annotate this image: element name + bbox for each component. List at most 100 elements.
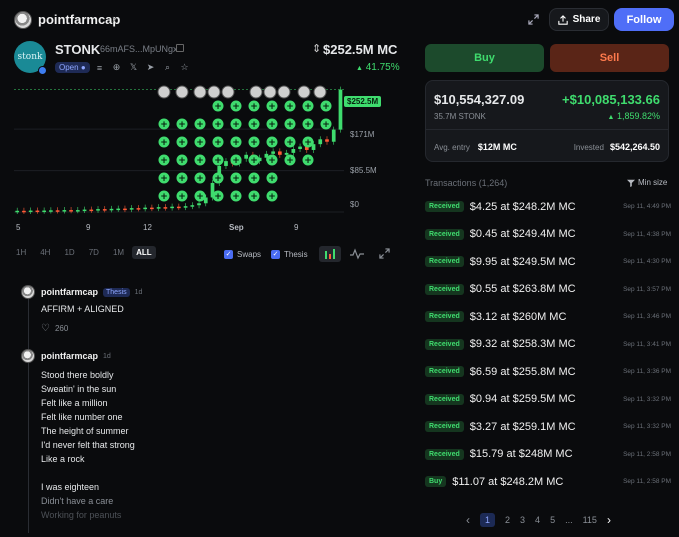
user-avatar[interactable] [14, 11, 32, 29]
transaction-row[interactable]: Received $0.55 at $263.8M MC Sep 11, 3:57 … [425, 276, 671, 304]
share-button[interactable]: Share [549, 8, 609, 31]
swap-marker-plus: + [160, 192, 168, 202]
tx-time: Sep 11, 3:36 PM [623, 368, 671, 376]
line-chart-icon[interactable] [350, 248, 364, 263]
swaps-checkbox[interactable]: ✓ [224, 250, 233, 259]
tx-at: at [500, 393, 510, 406]
transaction-row[interactable]: Received $9.32 at $258.3M MC Sep 11, 3:41 … [425, 331, 671, 359]
search-icon[interactable]: ⌕ [162, 62, 173, 73]
menu-icon[interactable]: ≡ [94, 62, 105, 73]
page-button[interactable]: 3 [520, 515, 525, 525]
swap-marker-plus: + [214, 102, 222, 112]
invested-label: Invested [573, 142, 604, 152]
gain-pct-value: 1,859.82% [616, 111, 660, 121]
thesis-avatar-marker [313, 85, 327, 99]
tx-type-badge: Received [425, 338, 464, 350]
tx-at: at [500, 228, 510, 241]
swap-marker-plus: + [304, 138, 312, 148]
follow-button[interactable]: Follow [614, 8, 674, 31]
like-count: 260 [54, 324, 69, 333]
tx-type-badge: Buy [425, 476, 447, 488]
tx-at: at [500, 338, 510, 351]
tx-type-badge: Received [425, 421, 464, 433]
min-size-filter[interactable]: Min size [627, 178, 667, 187]
sort-icon: ⇕ [312, 43, 322, 55]
tx-description: $3.27 at $259.1M MC [470, 421, 619, 433]
tx-time: Sep 11, 3:46 PM [623, 313, 671, 321]
tx-type-badge: Received [425, 393, 464, 405]
transaction-row[interactable]: Received $0.45 at $249.4M MC Sep 11, 4:38 … [425, 221, 671, 249]
transaction-row[interactable]: Received $3.12 at $260M MC Sep 11, 3:46 PM [425, 303, 671, 331]
range-1m[interactable]: 1M [113, 248, 124, 257]
range-1d[interactable]: 1D [64, 248, 74, 257]
range-4h[interactable]: 4H [40, 248, 50, 257]
post-avatar[interactable] [21, 285, 35, 299]
swaps-label: Swaps [237, 250, 262, 259]
thesis-checkbox[interactable]: ✓ [271, 250, 280, 259]
telegram-icon[interactable]: ➤ [145, 62, 156, 73]
transaction-row[interactable]: Received $3.27 at $259.1M MC Sep 11, 3:32 … [425, 413, 671, 441]
post-avatar[interactable] [21, 349, 35, 363]
swap-marker-plus: + [196, 138, 204, 148]
page-button[interactable]: 2 [505, 515, 510, 525]
transaction-row[interactable]: Buy $11.07 at $248.2M MC Sep 11, 2:58 PM [425, 468, 671, 496]
tx-unit: MC [558, 283, 576, 296]
like-button[interactable]: ♡ 260 [41, 323, 68, 334]
thesis-toggle[interactable]: ✓ Thesis [271, 250, 308, 259]
swaps-toggle[interactable]: ✓ Swaps [224, 250, 261, 259]
swap-marker-plus: + [304, 120, 312, 130]
buy-button[interactable]: Buy [425, 44, 544, 72]
globe-icon[interactable]: ⊕ [111, 62, 122, 73]
swap-marker-plus: + [250, 102, 258, 112]
transaction-row[interactable]: Received $0.94 at $259.5M MC Sep 11, 3:32 … [425, 386, 671, 414]
swap-marker-plus: + [322, 120, 330, 130]
transaction-row[interactable]: Received $4.25 at $248.2M MC Sep 11, 4:49 … [425, 193, 671, 221]
candles-chart-icon[interactable] [319, 246, 341, 262]
fullscreen-icon[interactable] [379, 248, 390, 262]
transaction-row[interactable]: Received $9.95 at $249.5M MC Sep 11, 4:30 … [425, 248, 671, 276]
status-text: Open [59, 63, 79, 72]
tx-unit: MC [555, 448, 573, 461]
range-1h[interactable]: 1H [16, 248, 26, 257]
tx-time: Sep 11, 3:32 PM [623, 395, 671, 403]
next-page-button[interactable]: › [607, 513, 611, 527]
page-button[interactable]: 1 [480, 513, 496, 527]
tx-at: at [506, 448, 516, 461]
tx-amount: $15.79 [469, 448, 504, 461]
expand-icon[interactable] [524, 10, 542, 28]
thesis-avatar-marker [277, 85, 291, 99]
copy-icon[interactable] [176, 44, 184, 52]
transactions-title: Transactions (1,264) [425, 178, 508, 188]
tx-type-badge: Received [425, 311, 464, 323]
page-button[interactable]: 115 [583, 515, 597, 525]
x-social-icon[interactable]: 𝕏 [128, 62, 139, 73]
swap-marker-plus: + [268, 138, 276, 148]
range-7d[interactable]: 7D [89, 248, 99, 257]
tx-mc: $259.1M [512, 420, 556, 433]
post-body: Stood there boldly Sweatin' in the sun F… [41, 368, 135, 522]
transaction-row[interactable]: Received $6.59 at $255.8M MC Sep 11, 3:36 … [425, 358, 671, 386]
swap-marker-plus: + [268, 156, 276, 166]
transaction-row[interactable]: Received $15.79 at $248M MC Sep 11, 2:58 P… [425, 441, 671, 469]
tx-description: $0.55 at $263.8M MC [470, 283, 619, 295]
swap-marker-plus: + [304, 102, 312, 112]
x-tick: 9 [294, 223, 299, 232]
prev-page-button[interactable]: ‹ [466, 513, 470, 527]
star-icon[interactable]: ☆ [179, 62, 190, 73]
post-author[interactable]: pointfarmcap [41, 351, 98, 361]
thesis-avatar-marker [193, 85, 207, 99]
token-address[interactable]: 66mAFS...MpUNgx [100, 44, 178, 54]
tx-at: at [488, 475, 498, 488]
range-all[interactable]: ALL [132, 246, 156, 259]
post-author[interactable]: pointfarmcap [41, 287, 98, 297]
tx-time: Sep 11, 4:38 PM [623, 230, 671, 238]
sell-button[interactable]: Sell [550, 44, 669, 72]
tx-unit: MC [558, 420, 576, 433]
page-button[interactable]: 4 [535, 515, 540, 525]
profile-username[interactable]: pointfarmcap [38, 12, 120, 27]
tx-at: at [500, 200, 510, 213]
y-tick: $171M [350, 130, 375, 139]
page-button[interactable]: 5 [550, 515, 555, 525]
chevron-right-icon[interactable]: › [112, 11, 116, 26]
tx-description: $4.25 at $248.2M MC [470, 201, 619, 213]
